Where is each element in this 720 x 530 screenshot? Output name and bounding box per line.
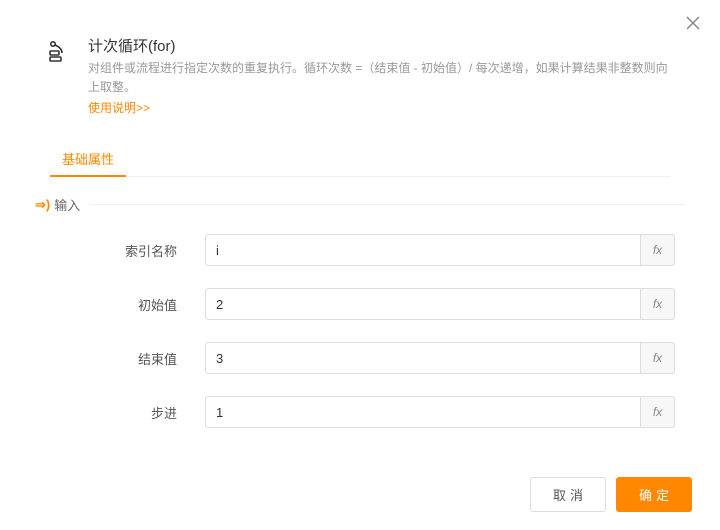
input-section: ⇒) 输入 索引名称 fx 初始值 fx 结束值 fx	[0, 177, 720, 428]
tabs: 基础属性	[0, 126, 720, 176]
index-name-input[interactable]	[205, 234, 641, 266]
input-wrap: fx	[205, 342, 675, 374]
dialog: 计次循环(for) 对组件或流程进行指定次数的重复执行。循环次数 =（结束值 -…	[0, 0, 720, 530]
section-title: 输入	[54, 195, 80, 214]
fx-button[interactable]: fx	[641, 396, 675, 428]
tab-basic-properties[interactable]: 基础属性	[50, 141, 126, 176]
collapse-arrow-icon[interactable]: ⇒)	[35, 197, 50, 213]
fx-button[interactable]: fx	[641, 288, 675, 320]
close-icon[interactable]	[686, 15, 700, 33]
header-text-block: 计次循环(for) 对组件或流程进行指定次数的重复执行。循环次数 =（结束值 -…	[88, 35, 675, 116]
row-start-value: 初始值 fx	[35, 288, 685, 320]
input-wrap: fx	[205, 288, 675, 320]
help-link[interactable]: 使用说明>>	[88, 99, 150, 116]
row-index-name: 索引名称 fx	[35, 234, 685, 266]
fx-button[interactable]: fx	[641, 342, 675, 374]
for-loop-icon	[45, 37, 73, 65]
step-input[interactable]	[205, 396, 641, 428]
label-start-value: 初始值	[35, 295, 205, 314]
section-divider	[90, 204, 685, 205]
start-value-input[interactable]	[205, 288, 641, 320]
dialog-description: 对组件或流程进行指定次数的重复执行。循环次数 =（结束值 - 初始值）/ 每次递…	[88, 59, 675, 97]
fx-button[interactable]: fx	[641, 234, 675, 266]
input-wrap: fx	[205, 234, 675, 266]
dialog-title: 计次循环(for)	[88, 35, 675, 56]
dialog-header: 计次循环(for) 对组件或流程进行指定次数的重复执行。循环次数 =（结束值 -…	[0, 0, 720, 126]
end-value-input[interactable]	[205, 342, 641, 374]
input-wrap: fx	[205, 396, 675, 428]
label-index-name: 索引名称	[35, 241, 205, 260]
tab-label: 基础属性	[62, 152, 114, 167]
row-end-value: 结束值 fx	[35, 342, 685, 374]
section-header: ⇒) 输入	[35, 195, 685, 214]
label-end-value: 结束值	[35, 349, 205, 368]
dialog-footer: 取消 确定	[530, 477, 692, 512]
label-step: 步进	[35, 403, 205, 422]
confirm-button[interactable]: 确定	[616, 477, 692, 512]
cancel-button[interactable]: 取消	[530, 477, 606, 512]
row-step: 步进 fx	[35, 396, 685, 428]
